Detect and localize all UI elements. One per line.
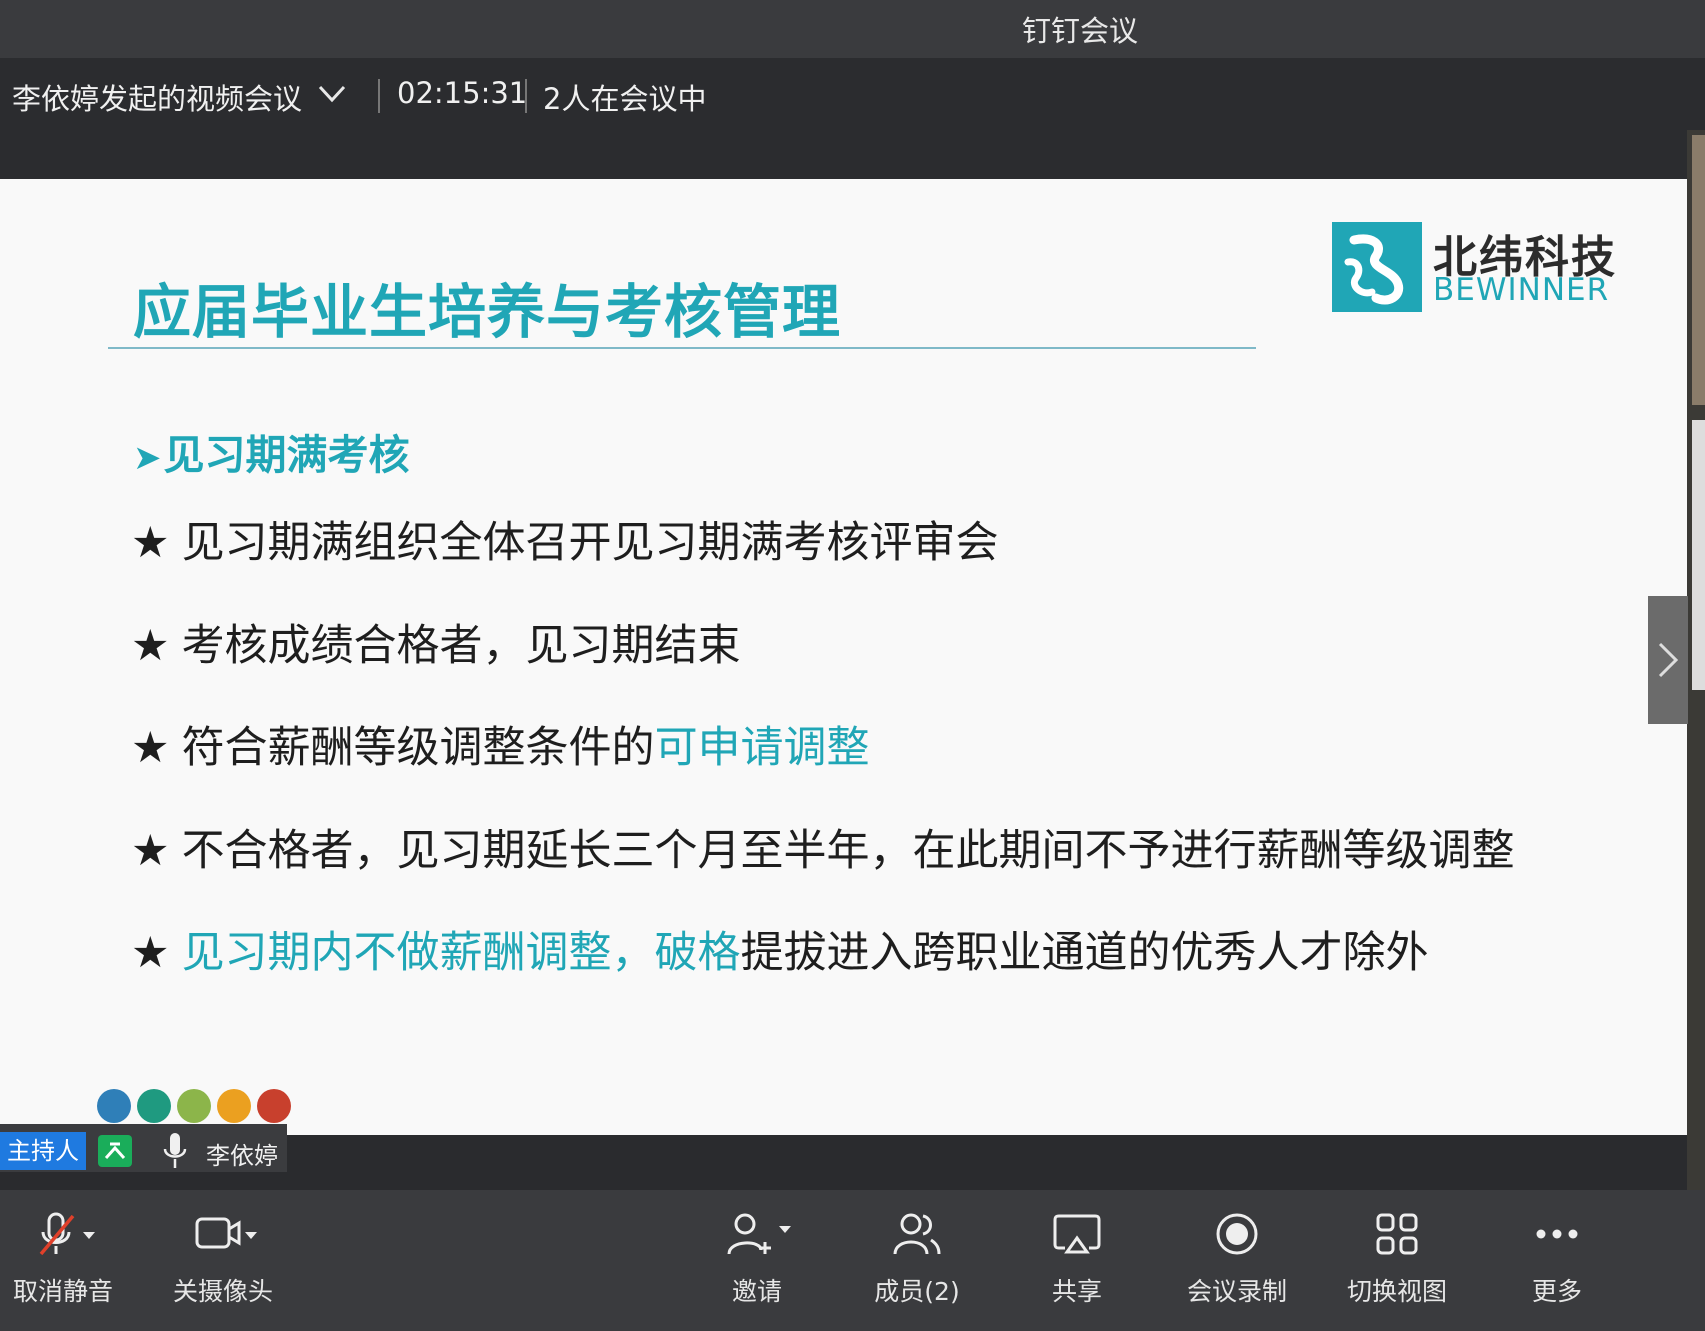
decorative-dots: [97, 1089, 297, 1125]
camera-off-label: 关摄像头: [172, 1277, 273, 1306]
add-user-icon: [727, 1213, 791, 1255]
bullet-text: 见习期满组织全体召开见习期满考核评审会: [181, 518, 999, 568]
section-heading: ➤见习期满考核: [133, 421, 410, 481]
bullet-highlight-text: 见习期内不做薪酬调整，破格: [181, 928, 741, 978]
bullet-item: ★ 考核成绩合格者，见习期结束: [131, 611, 741, 673]
switch-view-label: 切换视图: [1346, 1277, 1447, 1306]
app-title: 钉钉会议: [1021, 14, 1138, 48]
video-thumbnail[interactable]: [1692, 135, 1705, 405]
screen-share-icon: [1053, 1214, 1101, 1254]
members-label: 成员(2): [874, 1277, 960, 1306]
microphone-icon: [163, 1133, 187, 1168]
share-label: 共享: [1051, 1277, 1102, 1306]
decorative-dot: [137, 1089, 171, 1123]
bullet-highlight-text: 可申请调整: [654, 723, 870, 773]
invite-label: 邀请: [731, 1277, 782, 1306]
window-titlebar: 钉钉会议: [0, 0, 1705, 58]
decorative-dot: [177, 1089, 211, 1123]
slide-title: 应届毕业生培养与考核管理: [133, 278, 842, 346]
divider: [378, 79, 380, 113]
chevron-down-icon[interactable]: [318, 84, 346, 104]
bullet-text: 不合格者，见习期延长三个月至半年，在此期间不予进行薪酬等级调整: [181, 826, 1515, 876]
arrow-bullet-icon: ➤: [133, 438, 162, 478]
star-icon: ★: [131, 928, 170, 978]
switch-view-button[interactable]: 切换视图: [1322, 1210, 1472, 1308]
next-page-button[interactable]: [1648, 596, 1688, 724]
unmute-button[interactable]: 取消静音: [0, 1210, 138, 1308]
share-button[interactable]: 共享: [1002, 1210, 1152, 1308]
bullet-item: ★ 见习期内不做薪酬调整，破格提拔进入跨职业通道的优秀人才除外: [131, 918, 1429, 980]
record-button[interactable]: 会议录制: [1162, 1210, 1312, 1308]
invite-button[interactable]: 邀请: [682, 1210, 832, 1308]
more-button[interactable]: 更多: [1482, 1210, 1632, 1308]
section-heading-text: 见习期满考核: [163, 431, 410, 479]
meeting-name[interactable]: 李依婷发起的视频会议: [12, 76, 302, 118]
bullet-item: ★ 见习期满组织全体召开见习期满考核评审会: [131, 508, 999, 570]
bullet-text: 考核成绩合格者，见习期结束: [181, 621, 741, 671]
screen-share-status-icon: [98, 1135, 132, 1167]
camera-off-button[interactable]: 关摄像头: [148, 1210, 298, 1308]
record-label: 会议录制: [1186, 1277, 1287, 1306]
bullet-item: ★ 符合薪酬等级调整条件的可申请调整: [131, 713, 870, 775]
star-icon: ★: [131, 518, 170, 568]
bullet-item: ★ 不合格者，见习期延长三个月至半年，在此期间不予进行薪酬等级调整: [131, 816, 1515, 878]
more-label: 更多: [1531, 1277, 1582, 1306]
logo-text-en: BEWINNER: [1433, 272, 1610, 308]
unmute-label: 取消静音: [12, 1277, 113, 1306]
participant-count: 2人在会议中: [543, 82, 707, 116]
microphone-muted-icon: [39, 1212, 95, 1256]
shared-screen: 应届毕业生培养与考核管理 北纬科技 BEWINNER ➤见习期满考核 ★ 见习期满…: [0, 179, 1687, 1135]
decorative-dot: [97, 1089, 131, 1123]
grid-view-icon: [1376, 1213, 1418, 1255]
star-icon: ★: [131, 621, 170, 671]
star-icon: ★: [131, 826, 170, 876]
title-divider: [108, 347, 1256, 349]
decorative-dot: [217, 1089, 251, 1123]
meeting-timer: 02:15:31: [397, 76, 528, 110]
chevron-right-icon: [1658, 642, 1679, 678]
members-button[interactable]: 成员(2): [842, 1210, 992, 1308]
decorative-dot: [257, 1089, 291, 1123]
bullet-text: 提拔进入跨职业通道的优秀人才除外: [740, 928, 1429, 978]
divider: [525, 79, 527, 113]
record-icon: [1216, 1213, 1258, 1255]
camera-icon: [195, 1217, 257, 1249]
members-icon: [893, 1213, 941, 1255]
more-icon: [1536, 1229, 1578, 1239]
speaker-name: 李依婷: [206, 1142, 278, 1170]
star-icon: ★: [131, 723, 170, 773]
video-thumbnail[interactable]: [1692, 420, 1705, 690]
host-badge: 主持人: [0, 1132, 86, 1170]
bullet-text: 符合薪酬等级调整条件的: [181, 723, 655, 773]
company-logo-icon: [1332, 222, 1422, 312]
